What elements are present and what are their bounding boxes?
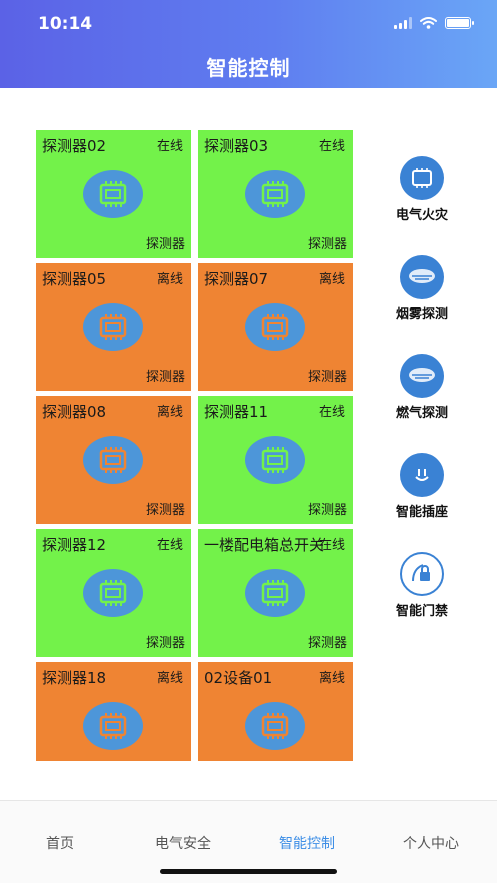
device-status: 在线 <box>318 139 345 154</box>
chip-icon <box>83 170 143 218</box>
signal-icon <box>394 17 412 29</box>
device-status: 在线 <box>156 139 183 154</box>
device-name: 探测器18 <box>42 669 107 687</box>
device-type: 探测器 <box>145 636 185 651</box>
status-time: 10:14 <box>38 14 93 34</box>
tab-electrical-safety[interactable]: 电气安全 <box>155 833 211 853</box>
device-card[interactable]: 探测器08 离线 探测器 <box>36 396 191 524</box>
socket-icon <box>400 453 444 497</box>
device-card[interactable]: 探测器03 在线 探测器 <box>198 130 353 258</box>
device-type: 探测器 <box>145 237 185 252</box>
device-status: 在线 <box>318 538 345 553</box>
device-type: 探测器 <box>145 503 185 518</box>
tab-smart-control[interactable]: 智能控制 <box>279 833 335 853</box>
device-name: 探测器03 <box>204 137 269 155</box>
device-card[interactable]: 探测器02 在线 探测器 <box>36 130 191 258</box>
device-type: 探测器 <box>307 237 347 252</box>
device-name: 探测器12 <box>42 536 107 554</box>
chip-icon <box>83 303 143 351</box>
device-card[interactable]: 02设备01 离线 <box>198 662 353 761</box>
device-type: 探测器 <box>307 370 347 385</box>
category-label: 智能插座 <box>395 505 448 520</box>
tab-home[interactable]: 首页 <box>46 833 74 853</box>
chip-icon <box>245 170 305 218</box>
device-name: 探测器08 <box>42 403 107 421</box>
header: 10:14 智能控制 <box>0 0 497 88</box>
device-status: 离线 <box>156 405 183 420</box>
device-card[interactable]: 探测器11 在线 探测器 <box>198 396 353 524</box>
device-status: 离线 <box>156 272 183 287</box>
device-status: 离线 <box>318 671 345 686</box>
device-status: 在线 <box>318 405 345 420</box>
category-label: 电气火灾 <box>395 208 448 223</box>
category-label: 烟雾探测 <box>395 307 448 322</box>
chip-icon <box>245 702 305 750</box>
device-card[interactable]: 探测器05 离线 探测器 <box>36 263 191 391</box>
device-name: 探测器02 <box>42 137 107 155</box>
chip-icon <box>83 702 143 750</box>
category-door-access[interactable]: 智能门禁 <box>382 552 462 619</box>
device-card[interactable]: 探测器12 在线 探测器 <box>36 529 191 657</box>
device-name: 探测器11 <box>204 403 269 421</box>
door-lock-icon <box>400 552 444 596</box>
category-electrical-fire[interactable]: 电气火灾 <box>382 156 462 223</box>
gas-detector-icon <box>400 354 444 398</box>
battery-icon <box>445 17 474 29</box>
category-label: 智能门禁 <box>395 604 448 619</box>
chip-icon <box>245 303 305 351</box>
tab-personal-center[interactable]: 个人中心 <box>403 833 459 853</box>
device-type: 探测器 <box>307 636 347 651</box>
device-card[interactable]: 一楼配电箱总开关 在线 探测器 <box>198 529 353 657</box>
category-label: 燃气探测 <box>395 406 448 421</box>
device-name: 02设备01 <box>204 669 273 687</box>
chip-icon <box>245 569 305 617</box>
home-indicator <box>160 869 337 874</box>
device-name: 探测器05 <box>42 270 107 288</box>
category-gas[interactable]: 燃气探测 <box>382 354 462 421</box>
device-name: 探测器07 <box>204 270 269 288</box>
chip-icon <box>83 569 143 617</box>
device-card[interactable]: 探测器07 离线 探测器 <box>198 263 353 391</box>
device-status: 离线 <box>318 272 345 287</box>
category-smoke[interactable]: 烟雾探测 <box>382 255 462 322</box>
device-type: 探测器 <box>145 370 185 385</box>
device-status: 在线 <box>156 538 183 553</box>
chip-icon <box>83 436 143 484</box>
wifi-icon <box>420 17 437 29</box>
device-name: 一楼配电箱总开关 <box>204 536 325 554</box>
chip-icon <box>400 156 444 200</box>
device-card[interactable]: 探测器18 离线 <box>36 662 191 761</box>
chip-icon <box>245 436 305 484</box>
page-title: 智能控制 <box>206 56 291 80</box>
category-socket[interactable]: 智能插座 <box>382 453 462 520</box>
smoke-detector-icon <box>400 255 444 299</box>
status-icons <box>394 16 474 30</box>
device-type: 探测器 <box>307 503 347 518</box>
device-status: 离线 <box>156 671 183 686</box>
